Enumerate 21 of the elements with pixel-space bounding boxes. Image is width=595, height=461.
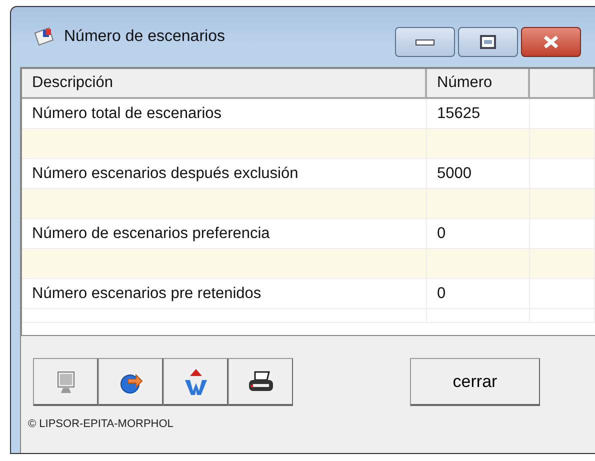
maximize-icon <box>480 35 496 49</box>
table-cell <box>530 189 595 219</box>
column-header[interactable]: Número <box>427 69 530 99</box>
minimize-icon <box>415 38 435 46</box>
copyright-text: © LIPSOR-EPITA-MORPHOL <box>27 417 174 430</box>
close-icon <box>542 35 560 49</box>
column-header[interactable]: Descripción <box>22 69 427 99</box>
printer-icon <box>246 370 274 394</box>
app-icon <box>34 27 56 47</box>
window-title: Número de escenarios <box>64 28 226 46</box>
table-cell: 0 <box>427 279 530 309</box>
maximize-button[interactable] <box>458 27 518 57</box>
minimize-button[interactable] <box>395 27 455 57</box>
table-cell <box>530 249 595 279</box>
close-window-button[interactable] <box>521 27 581 57</box>
upload-word-icon <box>182 368 208 396</box>
toolbar-button[interactable] <box>228 358 293 406</box>
table-cell <box>530 129 595 159</box>
close-button[interactable]: cerrar <box>410 358 540 406</box>
table-cell <box>530 279 595 309</box>
table-cell: Número escenarios pre retenidos <box>22 279 427 309</box>
